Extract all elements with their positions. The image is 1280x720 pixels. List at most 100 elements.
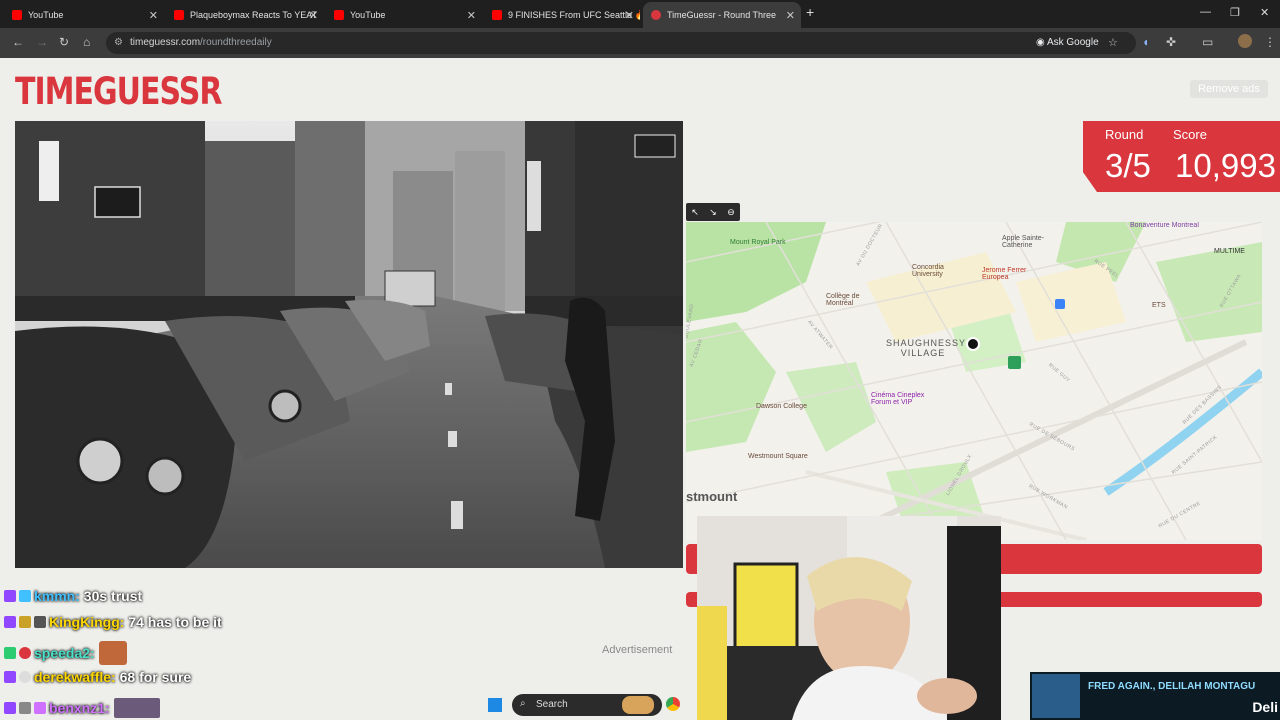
- album-art: [1032, 674, 1080, 718]
- sidepanel-icon[interactable]: ▭: [1202, 35, 1213, 49]
- youtube-icon: [174, 10, 184, 20]
- chat-line: derekwaffle: 68 for sure: [4, 669, 191, 685]
- advertisement-label: Advertisement: [602, 644, 673, 656]
- youtube-icon: [334, 10, 344, 20]
- score-label: Score: [1173, 127, 1207, 142]
- tab-label: YouTube: [28, 10, 64, 20]
- windows-start-icon[interactable]: [488, 698, 502, 712]
- url-text: timeguessr.com/roundthreedaily: [130, 37, 272, 48]
- emote-image: [98, 641, 127, 665]
- score-panel: Round Score 3/5 10,993: [1083, 121, 1280, 192]
- search-highlight-icon: [622, 696, 654, 714]
- map-place-label: Bonaventure Montreal: [1130, 222, 1199, 229]
- audio-icon[interactable]: ◖: [1142, 35, 1149, 49]
- map-place-label: Mount Royal Park: [730, 239, 786, 246]
- close-icon[interactable]: ✕: [786, 9, 795, 22]
- map-area-label: stmount: [686, 489, 738, 504]
- route-shield-icon: [1008, 356, 1021, 369]
- map-district-label: SHAUGHNESSY VILLAGE: [886, 338, 967, 358]
- tab-label: TimeGuessr - Round Three: [667, 10, 777, 20]
- guess-map[interactable]: Mount Royal Park Apple Sainte-Catherine …: [686, 222, 1262, 540]
- sub-badge-icon: [19, 647, 31, 659]
- tab-timeguessr[interactable]: TimeGuessr - Round Three ✕: [643, 2, 801, 28]
- map-place-label: ETS: [1152, 302, 1166, 309]
- map-place-label: Dawson College: [756, 403, 807, 410]
- search-icon: ⌕: [520, 698, 526, 709]
- close-icon[interactable]: ✕: [309, 9, 318, 22]
- song-artist: FRED AGAIN., DELILAH MONTAGU: [1088, 681, 1256, 692]
- restore-icon[interactable]: ❐: [1230, 6, 1240, 19]
- shrink-icon[interactable]: ↘: [709, 207, 717, 218]
- song-title: Deli: [1252, 699, 1278, 715]
- map-place-label: MULTIME: [1214, 248, 1245, 255]
- map-place-label: Apple Sainte-Catherine: [1002, 235, 1045, 249]
- transit-icon: [1055, 299, 1065, 309]
- close-icon[interactable]: ✕: [625, 9, 634, 22]
- bookmark-star-icon[interactable]: ☆: [1108, 36, 1118, 49]
- map-place-label: Westmount Square: [748, 453, 808, 460]
- minimize-icon[interactable]: —: [1200, 6, 1211, 18]
- youtube-icon: [492, 10, 502, 20]
- twitch-icon: [4, 590, 16, 602]
- tab-bar: YouTube ✕ Plaqueboymax Reacts To YEAT ✕ …: [0, 0, 1280, 28]
- timeguessr-logo[interactable]: TIMEGUESSR: [15, 70, 222, 114]
- sub-badge-icon: [19, 702, 31, 714]
- gift-badge-icon: [34, 702, 46, 714]
- tab-youtube-1[interactable]: YouTube ✕: [4, 4, 164, 26]
- chat-line: KingKingg: 74 has to be it: [4, 614, 222, 630]
- map-toolbar: ↖ ↘ ⊖: [686, 203, 740, 221]
- map-place-label: Jerome Ferrer Europea: [982, 267, 1027, 281]
- menu-icon[interactable]: ⋮: [1264, 35, 1276, 49]
- tab-label: Plaqueboymax Reacts To YEAT: [190, 10, 318, 20]
- close-window-icon[interactable]: ✕: [1260, 6, 1269, 19]
- extensions-icon[interactable]: ✜: [1166, 35, 1176, 49]
- chat-username: kmmn: [34, 588, 76, 604]
- chat-line: speeda2:: [4, 641, 127, 665]
- chat-username: KingKingg: [49, 614, 120, 630]
- address-bar: ← → ↻ ⌂ ⚙ timeguessr.com/roundthreedaily…: [0, 28, 1280, 58]
- new-tab-button[interactable]: +: [806, 4, 814, 20]
- tab-label: 9 FINISHES From UFC Seattle 🔥: [508, 9, 640, 20]
- round-value: 3/5: [1105, 147, 1151, 184]
- twitch-icon: [4, 702, 16, 714]
- chat-username: derekwaffle: [34, 669, 112, 685]
- forward-icon[interactable]: →: [36, 35, 48, 49]
- reload-icon[interactable]: ↻: [59, 35, 69, 49]
- map-place-label: Cinéma Cineplex Forum et VIP: [871, 392, 925, 406]
- tab-ufc[interactable]: 9 FINISHES From UFC Seattle 🔥 ✕: [484, 4, 640, 26]
- chat-message: 30s trust: [83, 588, 143, 604]
- avatar[interactable]: [1238, 34, 1252, 48]
- taskbar-search-label: Search: [536, 699, 568, 710]
- tab-youtube-2[interactable]: Plaqueboymax Reacts To YEAT ✕: [166, 4, 324, 26]
- back-icon[interactable]: ←: [12, 35, 24, 49]
- map-place-label: Collège de Montréal: [826, 293, 860, 307]
- now-playing-widget: FRED AGAIN., DELILAH MONTAGU Deli: [1030, 672, 1280, 720]
- google-lens-icon: ◉: [1036, 37, 1047, 48]
- close-icon[interactable]: ✕: [149, 9, 158, 22]
- chrome-icon[interactable]: [666, 697, 680, 711]
- pin-toggle-icon[interactable]: ⊖: [727, 207, 735, 218]
- map-place-label: Concordia University: [912, 264, 944, 278]
- sub-badge-icon: [19, 616, 31, 628]
- remove-ads-button[interactable]: Remove ads: [1190, 80, 1268, 98]
- site-info-icon[interactable]: ⚙: [114, 37, 123, 48]
- taskbar-search[interactable]: ⌕ Search: [512, 694, 662, 716]
- webcam-overlay: [697, 516, 1001, 720]
- guess-pin-icon[interactable]: [966, 337, 980, 351]
- chat-username: benxnz1: [49, 700, 106, 716]
- chat-message: 74 has to be it: [128, 614, 222, 630]
- chat-line: kmmn: 30s trust: [4, 588, 142, 604]
- twitch-icon: [4, 671, 16, 683]
- close-icon[interactable]: ✕: [467, 9, 476, 22]
- round-photo: [15, 121, 683, 568]
- tab-youtube-3[interactable]: YouTube ✕: [326, 4, 482, 26]
- twitch-icon: [4, 616, 16, 628]
- ask-google-button[interactable]: ◉ Ask Google: [1036, 37, 1099, 48]
- timeguessr-icon: [651, 10, 661, 20]
- score-value: 10,993: [1175, 147, 1276, 184]
- chat-username: speeda2: [34, 645, 91, 661]
- round-label: Round: [1105, 127, 1144, 142]
- expand-icon[interactable]: ↖: [691, 207, 699, 218]
- url-input[interactable]: ⚙ timeguessr.com/roundthreedaily ◉ Ask G…: [106, 32, 1136, 54]
- home-icon[interactable]: ⌂: [83, 35, 90, 49]
